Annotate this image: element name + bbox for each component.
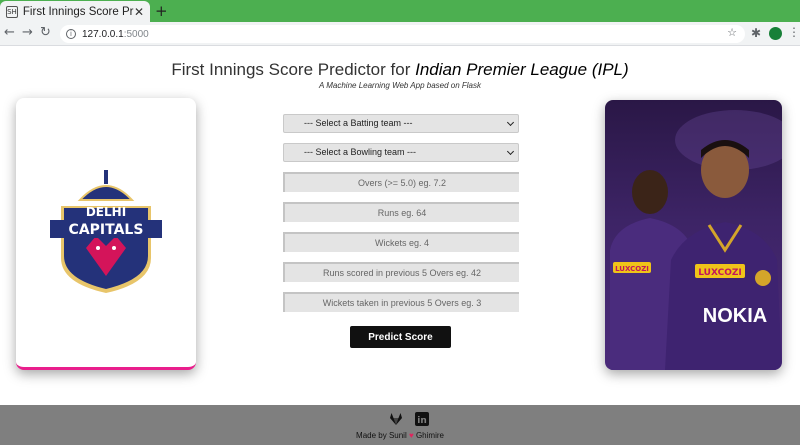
site-favicon-icon: SH — [6, 5, 18, 18]
bookmark-star-icon[interactable]: ☆ — [727, 26, 737, 39]
wickets-input[interactable] — [283, 232, 519, 252]
browser-tab[interactable]: SH First Innings Score Predictor ✕ — [0, 1, 150, 22]
profile-avatar-icon[interactable] — [769, 27, 782, 40]
extensions-puzzle-icon[interactable]: ✱ — [751, 26, 761, 40]
page-title: First Innings Score Predictor for Indian… — [171, 60, 629, 79]
heart-icon: ♥ — [408, 431, 414, 440]
runs-input[interactable] — [283, 202, 519, 222]
runs-last-5-overs-input[interactable] — [283, 262, 519, 282]
wickets-last-5-overs-input[interactable] — [283, 292, 519, 312]
svg-text:in: in — [417, 416, 427, 426]
players-image-card: LUXCOZI LUXCOZI NOKIA — [605, 100, 782, 370]
bowling-team-select[interactable]: --- Select a Bowling team --- — [283, 143, 519, 162]
url-bar[interactable]: i 127.0.0.1:5000 ☆ — [60, 25, 745, 43]
batting-team-select[interactable]: --- Select a Batting team --- — [283, 114, 519, 133]
delhi-capitals-logo: DELHI CAPITALS — [50, 170, 162, 293]
site-info-icon[interactable]: i — [66, 29, 76, 39]
page-heading: First Innings Score Predictor for Indian… — [0, 60, 800, 90]
tab-title: First Innings Score Predictor — [22, 5, 134, 18]
forward-icon[interactable]: → — [22, 25, 33, 40]
logo-text-line2: CAPITALS — [69, 222, 144, 238]
kkr-players-image: LUXCOZI LUXCOZI NOKIA — [610, 110, 782, 370]
page-subtitle: A Machine Learning Web App based on Flas… — [318, 81, 482, 90]
predict-score-button[interactable]: Predict Score — [350, 326, 451, 348]
new-tab-icon[interactable]: + — [155, 2, 168, 20]
back-icon[interactable]: ← — [4, 25, 15, 40]
team-logo-card: DELHI CAPITALS — [16, 98, 196, 370]
reload-icon[interactable]: ↻ — [40, 25, 51, 40]
url-text: 127.0.0.1:5000 — [82, 28, 149, 40]
footer-social-links: in — [389, 412, 429, 426]
footer-credit: Made by Sunil ♥ Ghimire — [356, 431, 444, 440]
browser-menu-icon[interactable]: ⋮ — [788, 25, 800, 39]
sponsor-text-back: LUXCOZI — [615, 265, 649, 273]
gitlab-fox-icon[interactable] — [389, 412, 403, 426]
prediction-form: --- Select a Batting team --- --- Select… — [283, 114, 519, 322]
address-bar-row: ← → ↻ i 127.0.0.1:5000 ☆ ✱ ⋮ — [0, 22, 800, 46]
linkedin-icon[interactable]: in — [415, 412, 429, 426]
sponsor-nokia-text: NOKIA — [703, 305, 767, 327]
sponsor-text-front: LUXCOZI — [698, 268, 741, 278]
close-tab-icon[interactable]: ✕ — [134, 5, 144, 19]
overs-input[interactable] — [283, 172, 519, 192]
browser-tab-bar: SH First Innings Score Predictor ✕ + — [0, 0, 800, 22]
logo-text-line1: DELHI — [86, 205, 126, 219]
